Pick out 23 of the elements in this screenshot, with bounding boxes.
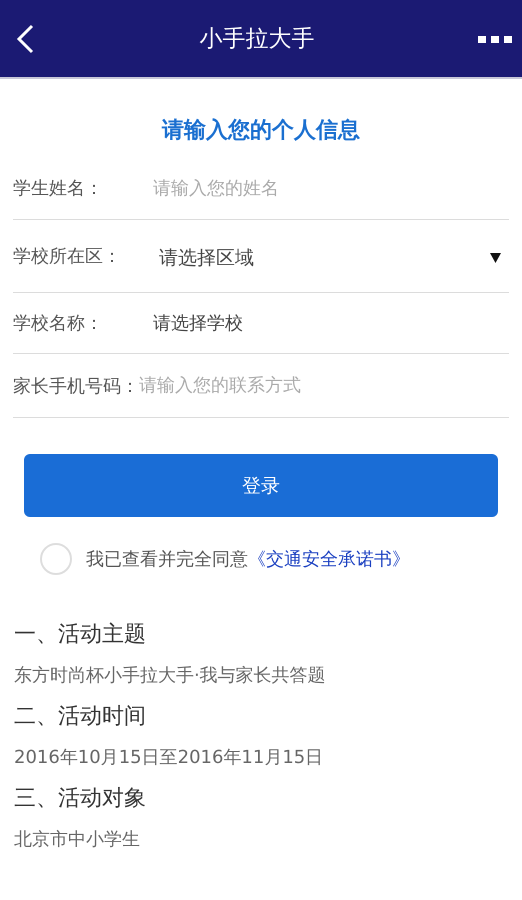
page-title: 小手拉大手: [200, 25, 314, 54]
input-field[interactable]: 请输入您的姓名: [153, 178, 509, 198]
section-heading: 二、活动时间: [14, 703, 147, 731]
dropdown[interactable]: 请选择区域: [153, 241, 509, 271]
field-label: 学生姓名：: [13, 177, 104, 200]
back-icon[interactable]: [14, 22, 36, 54]
field-label: 学校名称：: [13, 312, 104, 335]
section-text: 东方时尚杯小手拉大手·我与家长共答题: [14, 664, 327, 687]
field-label: 家长手机号码：: [13, 374, 139, 398]
caret-icon: [490, 253, 501, 263]
agreement-link[interactable]: 《交通安全承诺书》: [248, 549, 410, 570]
form-title: 请输入您的个人信息: [160, 117, 361, 145]
login-button[interactable]: 登录: [24, 454, 498, 517]
section-text: 2016年10月15日至2016年11月15日: [14, 746, 324, 769]
agree-checkbox[interactable]: [40, 543, 72, 575]
section-text: 北京市中小学生: [14, 828, 141, 851]
section-heading: 三、活动对象: [14, 785, 147, 813]
field-label: 学校所在区：: [13, 245, 122, 268]
more-icon[interactable]: [478, 34, 512, 44]
picker-field[interactable]: 请选择学校: [153, 311, 509, 335]
input-field[interactable]: 请输入您的联系方式: [139, 375, 509, 396]
agreement-text: 我已查看并完全同意《交通安全承诺书》: [86, 548, 410, 571]
section-heading: 一、活动主题: [14, 621, 147, 649]
